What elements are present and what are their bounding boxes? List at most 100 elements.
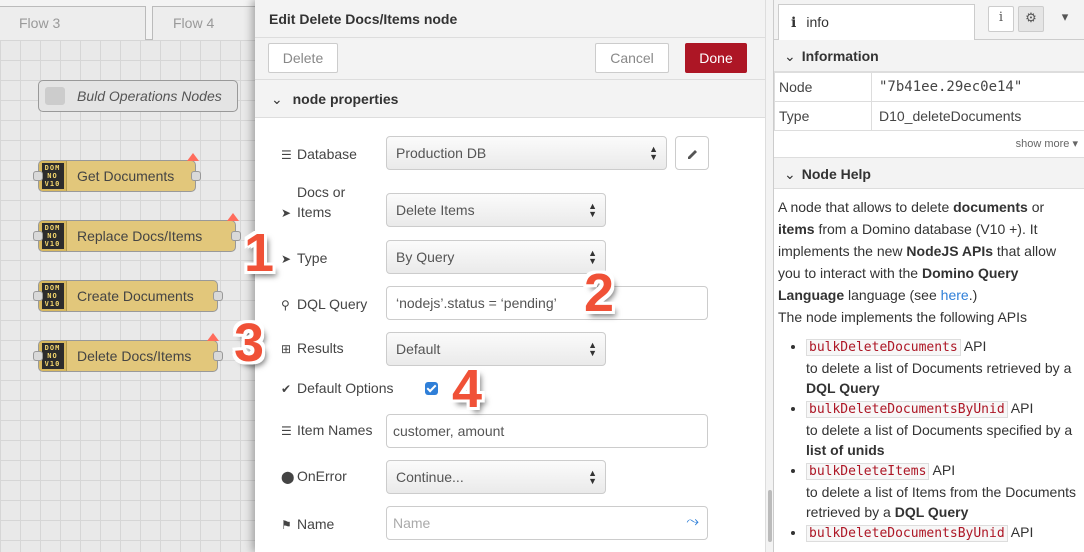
- default-options-checkbox[interactable]: [425, 382, 438, 395]
- inject-button[interactable]: [45, 87, 65, 105]
- done-button[interactable]: Done: [685, 43, 747, 73]
- default-options-label: ✔ Default Options: [281, 378, 394, 399]
- section-label: node properties: [292, 91, 399, 107]
- node-label: Get Documents: [77, 168, 175, 184]
- node-create-documents[interactable]: DOM NO V10 Create Documents: [33, 280, 223, 312]
- translate-icon[interactable]: ⤳: [686, 513, 699, 531]
- changed-indicator-icon: [187, 153, 199, 161]
- table-row: Node "7b41ee.29ec0e14": [774, 72, 1084, 102]
- pencil-icon: [688, 150, 697, 159]
- properties-form: ☰ Database Production DB ▲ ▼ ➤Docs or Item…: [261, 118, 759, 552]
- tag-icon: ⚑: [281, 518, 292, 532]
- chevron-down-icon: ⌄: [271, 91, 283, 107]
- caret-down-icon: ▾: [1072, 138, 1078, 150]
- group-node-label: Buld Operations Nodes: [77, 88, 222, 104]
- input-port[interactable]: [33, 351, 43, 361]
- node-label: Delete Docs/Items: [77, 348, 192, 364]
- type-select[interactable]: By Query ▲ ▼: [386, 240, 606, 274]
- node-get-documents[interactable]: DOM NO V10 Get Documents: [33, 153, 201, 192]
- list-item: bulkDeleteDocumentsByUnid API: [806, 522, 1078, 544]
- circle-icon: ⬤: [281, 470, 295, 484]
- node-id-value: "7b41ee.29ec0e14": [871, 72, 1084, 102]
- chevron-down-icon: ⌄: [784, 166, 796, 182]
- dql-query-input[interactable]: ‘nodejs’.status = ‘pending’: [386, 286, 708, 320]
- docs-items-label: ➤Docs or Items: [281, 182, 367, 223]
- node-label: Replace Docs/Items: [77, 228, 203, 244]
- on-error-label: ⬤ OnError: [281, 466, 347, 487]
- node-help-content: A node that allows to delete documents o…: [774, 189, 1084, 544]
- info-tab-icon[interactable]: i: [988, 6, 1014, 32]
- edit-database-button[interactable]: [675, 136, 709, 170]
- badge-4: 4: [452, 359, 483, 419]
- check-icon: ✔: [281, 382, 292, 396]
- domino-icon: DOM NO V10: [39, 341, 67, 371]
- node-properties-header[interactable]: ⌄ node properties: [255, 80, 765, 118]
- chevron-down-icon[interactable]: ▾: [1052, 6, 1078, 32]
- flow-canvas[interactable]: Flow 3 Flow 4 Buld Operations Nodes DOM …: [0, 0, 255, 552]
- changed-indicator-icon: [227, 213, 239, 221]
- name-input[interactable]: Name ⤳: [386, 506, 708, 540]
- help-paragraph: The node implements the following APIs: [778, 309, 1028, 325]
- flow-tabs: Flow 3 Flow 4: [0, 0, 255, 40]
- input-port[interactable]: [33, 291, 43, 301]
- search-icon: ⚲: [281, 298, 290, 312]
- info-sidebar: i info i ⚙ ▾ ⌄ Information Node "7b41ee.29…: [773, 0, 1084, 552]
- name-label: ⚑ Name: [281, 514, 334, 535]
- input-port[interactable]: [33, 231, 43, 241]
- select-arrows-icon: ▲ ▼: [649, 144, 658, 162]
- arrow-circle-right-icon: ➤: [281, 206, 292, 220]
- sidebar-tabs: i info i ⚙ ▾: [774, 0, 1084, 40]
- item-names-input[interactable]: customer, amount: [386, 414, 708, 448]
- select-arrows-icon: ▲ ▼: [588, 201, 597, 219]
- node-delete-docs-items[interactable]: DOM NO V10 Delete Docs/Items: [33, 333, 223, 372]
- editor-toolbar: Delete Cancel Done: [255, 38, 765, 80]
- database-select[interactable]: Production DB ▲ ▼: [386, 136, 667, 170]
- docs-items-select[interactable]: Delete Items ▲ ▼: [386, 193, 606, 227]
- node-label: Create Documents: [77, 288, 194, 304]
- delete-button[interactable]: Delete: [268, 43, 338, 73]
- dql-query-label: ⚲ DQL Query: [281, 294, 367, 315]
- group-node[interactable]: Buld Operations Nodes: [38, 80, 238, 112]
- here-link[interactable]: here: [941, 287, 969, 303]
- badge-1: 1: [244, 223, 275, 283]
- select-arrows-icon: ▲ ▼: [588, 340, 597, 358]
- domino-icon: DOM NO V10: [39, 221, 67, 251]
- changed-indicator-icon: [207, 333, 219, 341]
- output-port[interactable]: [213, 351, 223, 361]
- database-label: ☰ Database: [281, 144, 357, 165]
- cancel-button[interactable]: Cancel: [595, 43, 669, 73]
- chevron-down-icon: ⌄: [784, 48, 796, 64]
- output-port[interactable]: [213, 291, 223, 301]
- api-list: bulkDeleteDocuments APIto delete a list …: [778, 336, 1078, 544]
- results-select[interactable]: Default ▲ ▼: [386, 332, 606, 366]
- node-replace-docs-items[interactable]: DOM NO V10 Replace Docs/Items: [33, 213, 241, 252]
- output-port[interactable]: [231, 231, 241, 241]
- help-paragraph: A node that allows to delete documents o…: [778, 199, 1057, 303]
- badge-3: 3: [234, 313, 265, 373]
- info-icon: i: [791, 15, 797, 31]
- edit-node-panel: Edit Delete Docs/Items node Delete Cance…: [255, 0, 765, 552]
- debug-bug-icon[interactable]: ⚙: [1018, 6, 1044, 32]
- editor-scrollbar[interactable]: [765, 0, 773, 552]
- node-help-header[interactable]: ⌄ Node Help: [774, 157, 1084, 189]
- select-arrows-icon: ▲ ▼: [588, 468, 597, 486]
- list-item: bulkDeleteItems APIto delete a list of I…: [806, 460, 1078, 522]
- database-icon: ☰: [281, 148, 292, 162]
- results-label: ⊞ Results: [281, 338, 344, 359]
- on-error-select[interactable]: Continue... ▲ ▼: [386, 460, 606, 494]
- plus-square-icon: ⊞: [281, 342, 292, 356]
- information-header[interactable]: ⌄ Information: [774, 40, 1084, 72]
- tab-flow-4[interactable]: Flow 4: [152, 6, 255, 40]
- show-more-link[interactable]: show more ▾: [774, 131, 1084, 157]
- type-value: D10_deleteDocuments: [871, 101, 1084, 131]
- badge-2: 2: [584, 263, 615, 323]
- input-port[interactable]: [33, 171, 43, 181]
- tab-flow-3[interactable]: Flow 3: [0, 6, 146, 40]
- list-icon: ☰: [281, 424, 292, 438]
- tab-info[interactable]: i info: [778, 4, 975, 40]
- output-port[interactable]: [191, 171, 201, 181]
- arrow-circle-right-icon: ➤: [281, 252, 292, 266]
- list-item: bulkDeleteDocumentsByUnid APIto delete a…: [806, 398, 1078, 460]
- domino-icon: DOM NO V10: [39, 281, 67, 311]
- type-key: Type: [774, 101, 872, 131]
